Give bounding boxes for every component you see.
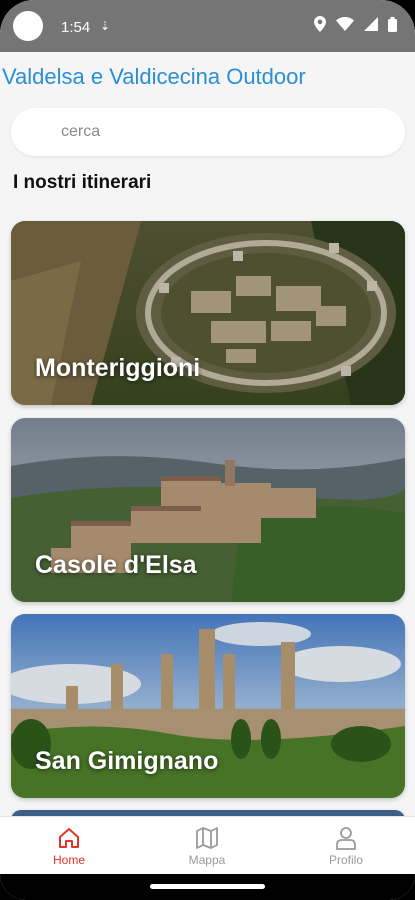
home-icon <box>59 828 79 848</box>
nav-item-home[interactable]: Home <box>24 825 114 867</box>
itinerary-card-san-gimignano[interactable]: San Gimignano <box>11 614 405 798</box>
phone-frame: 1:54 ⇣ Valdelsa e Valdicecina Outdoor ce… <box>0 0 415 900</box>
search-input[interactable] <box>61 120 381 144</box>
signal-icon <box>364 17 378 31</box>
nav-label-map: Mappa <box>188 853 226 867</box>
nav-item-profile[interactable]: Profilo <box>301 825 391 867</box>
gesture-area <box>0 874 415 900</box>
status-bar: 1:54 ⇣ <box>0 0 415 52</box>
battery-icon <box>388 16 397 32</box>
home-gesture-bar[interactable] <box>150 884 265 889</box>
itinerary-card-casole[interactable]: Casole d'Elsa <box>11 418 405 602</box>
nav-item-map[interactable]: Mappa <box>162 825 252 867</box>
camera-cutout <box>13 11 43 41</box>
app-title: Valdelsa e Valdicecina Outdoor <box>2 64 306 89</box>
itinerary-title: San Gimignano <box>35 747 219 775</box>
itinerary-title: Monteriggioni <box>35 354 201 382</box>
search-bar[interactable] <box>11 108 405 156</box>
app-screen: 1:54 ⇣ Valdelsa e Valdicecina Outdoor ce… <box>0 0 415 900</box>
status-time: 1:54 <box>61 19 91 36</box>
location-icon <box>314 16 326 32</box>
nav-label-profile: Profilo <box>328 853 363 867</box>
map-icon <box>196 827 218 849</box>
status-icons <box>314 16 397 32</box>
itinerary-title: Casole d'Elsa <box>35 551 197 579</box>
profile-icon <box>336 827 356 850</box>
nav-label-home: Home <box>52 853 85 867</box>
download-icon: ⇣ <box>100 19 111 33</box>
wifi-icon <box>336 17 354 31</box>
bottom-navigation: Home Mappa Profilo <box>0 816 415 874</box>
section-title: I nostri itinerari <box>13 172 152 193</box>
itinerary-card-monteriggioni[interactable]: Monteriggioni <box>11 221 405 405</box>
